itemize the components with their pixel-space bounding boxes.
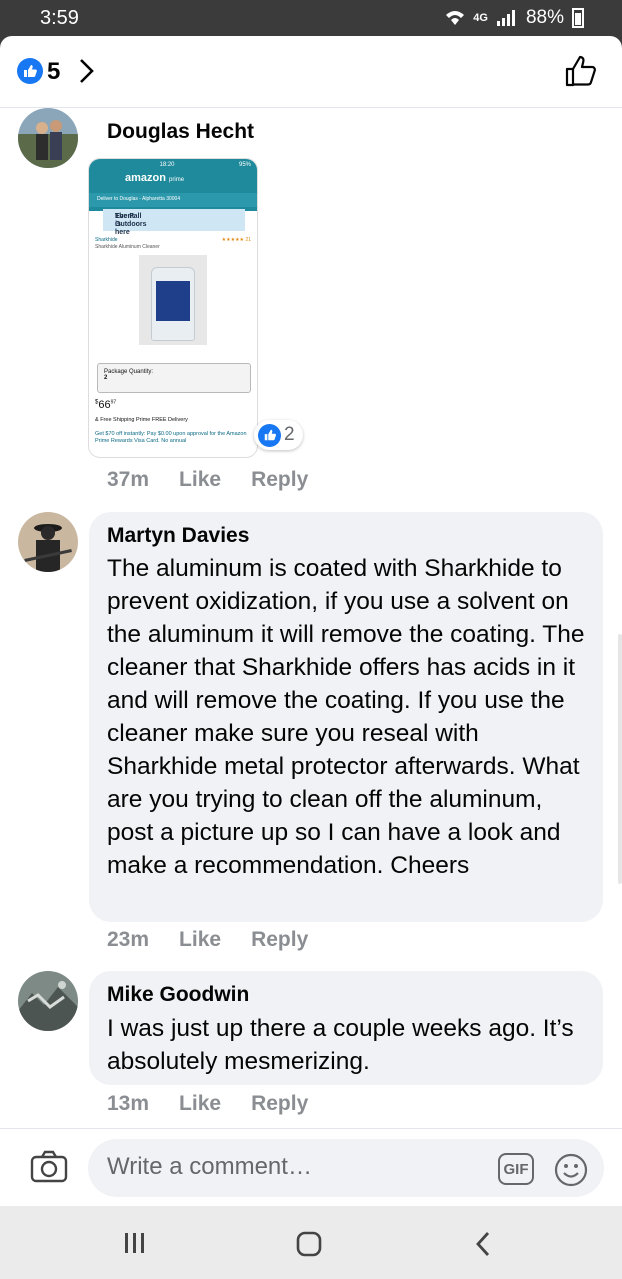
comments-sheet: 5 Douglas Hecht 18:20 95% amazon prime De… — [0, 36, 622, 1206]
comment-composer: Write a comment… GIF — [0, 1128, 622, 1206]
product-brand: Sharkhide Sharkhide Aluminum Cleaner — [95, 237, 160, 250]
avatar[interactable] — [18, 971, 78, 1031]
camera-icon[interactable] — [30, 1149, 68, 1183]
amazon-logo: amazon — [125, 172, 166, 184]
comment-author[interactable]: Douglas Hecht — [107, 120, 254, 144]
comment-actions: 13m Like Reply — [107, 1092, 308, 1116]
comment-time: 23m — [107, 928, 150, 951]
signal-icon — [496, 10, 515, 26]
like-button[interactable]: Like — [179, 1092, 221, 1116]
comment-text: The aluminum is coated with Sharkhide to… — [107, 555, 585, 879]
battery-percent: 88% — [525, 7, 564, 28]
status-bar: 3:59 4G 88% — [0, 0, 622, 40]
comment-actions: 37m Like Reply — [107, 468, 308, 492]
wifi-icon — [446, 11, 465, 25]
comment-actions: 23m Like Reply — [107, 928, 308, 952]
shipping-text: & Free Shipping Prime FREE Delivery — [95, 417, 188, 423]
home-icon[interactable] — [295, 1230, 323, 1258]
navigation-bar — [0, 1206, 622, 1279]
scrollbar[interactable] — [618, 634, 622, 884]
like-reaction-icon — [17, 58, 43, 84]
emoji-icon[interactable] — [554, 1153, 588, 1187]
comment-placeholder: Write a comment… — [107, 1153, 312, 1180]
recent-apps-icon[interactable] — [122, 1230, 148, 1256]
status-icons: 4G 88% — [445, 7, 584, 29]
battery-icon — [572, 8, 584, 28]
status-time: 3:59 — [40, 7, 79, 29]
image-reaction-badge[interactable]: 2 — [254, 420, 303, 450]
network-type: 4G — [473, 12, 488, 24]
bottle-label — [156, 281, 190, 321]
rating-count: 21 — [245, 237, 251, 243]
like-button[interactable]: Like — [179, 928, 221, 952]
comment-author[interactable]: Mike Goodwin — [107, 983, 249, 1007]
banner-line2: Event is here — [115, 213, 135, 236]
reactions-header[interactable]: 5 — [0, 36, 622, 108]
comment-attachment-image[interactable]: 18:20 95% amazon prime Deliver to Douglas… — [88, 158, 258, 458]
comment-input[interactable]: Write a comment… GIF — [88, 1139, 604, 1197]
avatar[interactable] — [18, 108, 78, 168]
comment-text: I was just up there a couple weeks ago. … — [107, 1015, 574, 1075]
deliver-to: Deliver to Douglas - Alpharetta 30004 — [89, 193, 257, 207]
promo-text: Get $70 off instantly: Pay $0.00 upon ap… — [95, 431, 247, 444]
like-button[interactable]: Like — [179, 468, 221, 492]
reply-button[interactable]: Reply — [251, 468, 308, 492]
like-outline-icon[interactable] — [564, 54, 598, 88]
image-reaction-count: 2 — [284, 424, 295, 445]
attachment-battery: 95% — [238, 162, 251, 168]
avatar[interactable] — [18, 512, 78, 572]
product-price: $6697 — [95, 399, 117, 411]
comment-time: 37m — [107, 468, 150, 491]
back-icon[interactable] — [472, 1230, 494, 1258]
reply-button[interactable]: Reply — [251, 928, 308, 952]
comment-time: 13m — [107, 1092, 150, 1115]
comment-author[interactable]: Martyn Davies — [107, 524, 249, 548]
reaction-count[interactable]: 5 — [47, 58, 60, 86]
prime-label: prime — [169, 177, 185, 183]
reply-button[interactable]: Reply — [251, 1092, 308, 1116]
like-reaction-icon — [258, 423, 281, 447]
package-quantity: Package Quantity: 2 — [97, 363, 251, 393]
attachment-status-time: 18:20 — [159, 162, 175, 168]
rating-stars: ★★★★★ 21 — [221, 237, 251, 243]
promo-banner: The Fall Outdoors Event is here — [103, 209, 245, 236]
gif-button[interactable]: GIF — [498, 1153, 534, 1185]
chevron-right-icon[interactable] — [77, 58, 95, 84]
